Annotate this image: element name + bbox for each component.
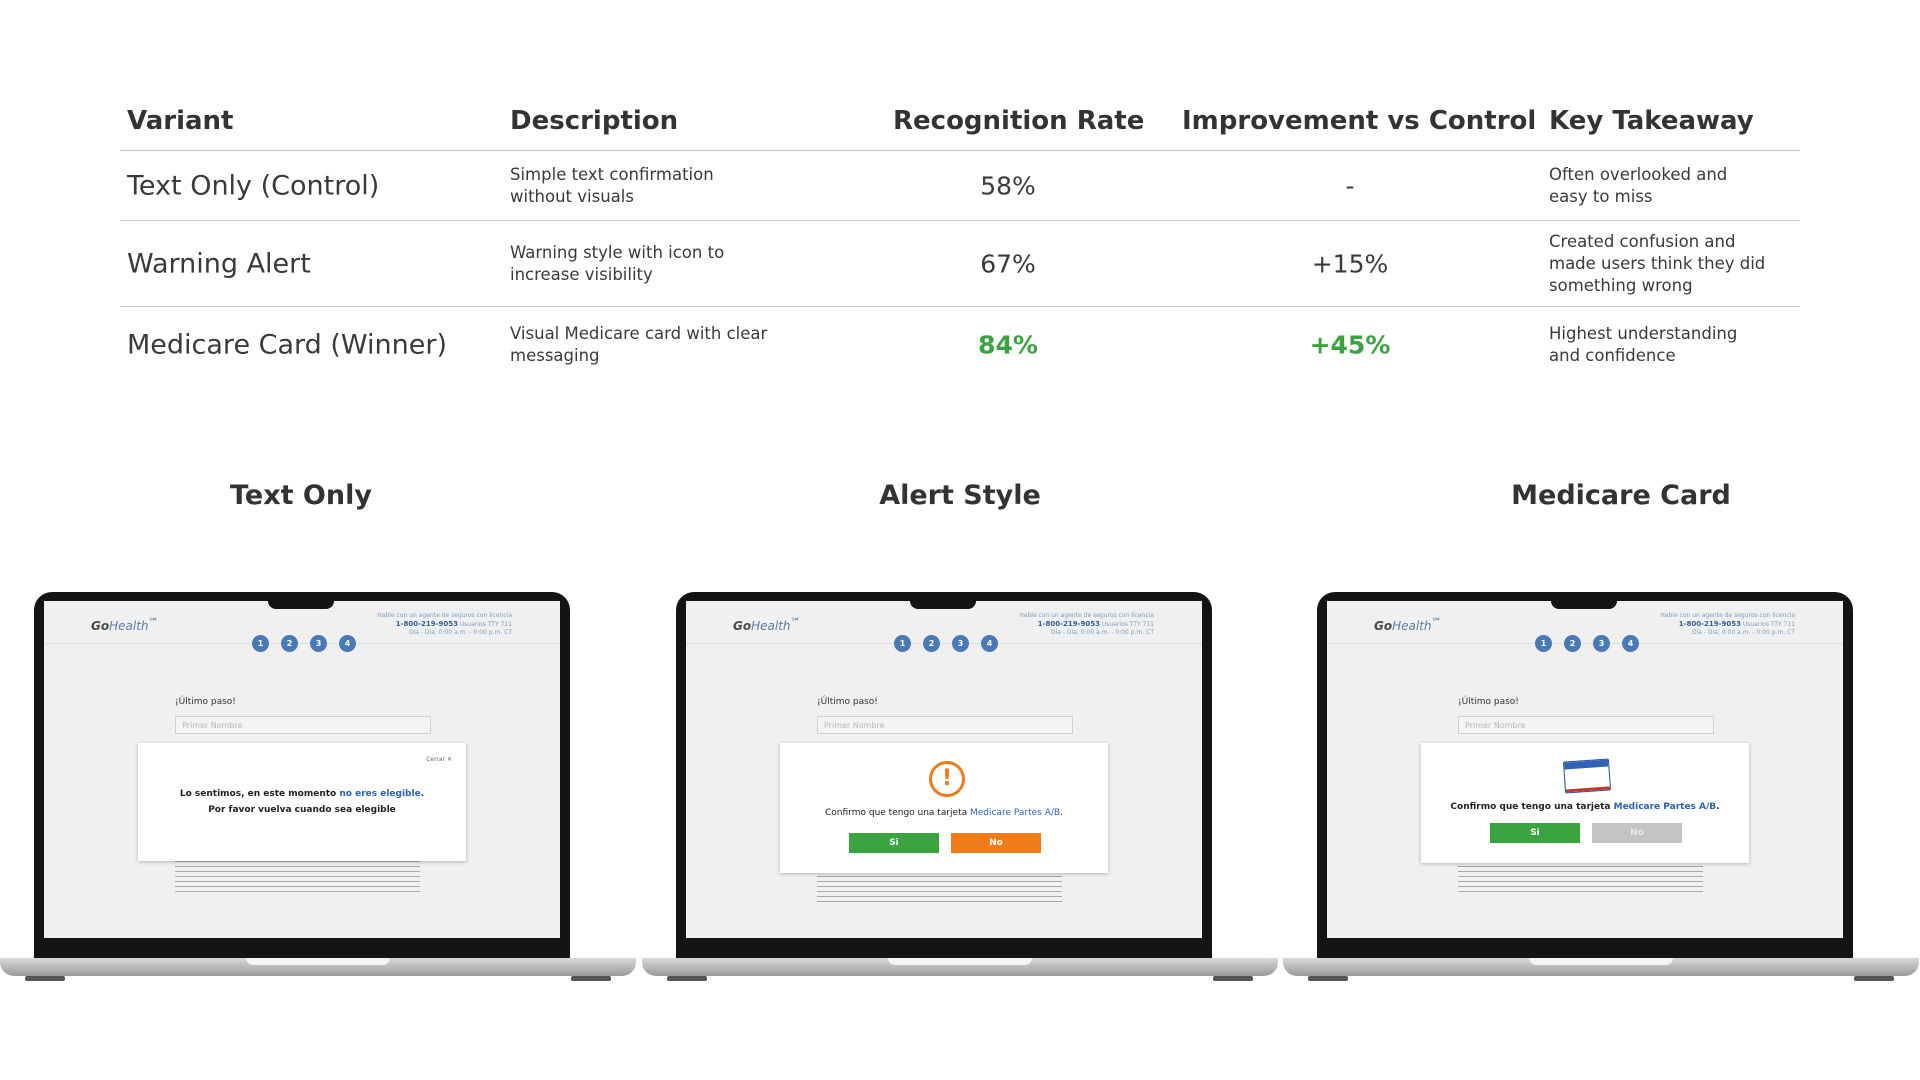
progress-steps: 1 2 3 4 [252, 635, 362, 653]
first-name-field[interactable]: Primer Nombre [175, 716, 431, 734]
step-4[interactable]: 4 [981, 635, 998, 652]
variant-cell: Medicare Card (Winner) [127, 329, 447, 361]
last-step-title: ¡Último paso! [817, 697, 878, 707]
body-text [175, 859, 420, 895]
laptop-base [1283, 958, 1919, 976]
step-3[interactable]: 3 [310, 635, 327, 652]
takeaway-cell: Created confusion and made users think t… [1549, 231, 1766, 295]
gohealth-logo: GoHealth℠ [733, 617, 801, 633]
step-2[interactable]: 2 [923, 635, 940, 652]
step-1[interactable]: 1 [1535, 635, 1552, 652]
first-name-field[interactable]: Primer Nombre [1458, 716, 1714, 734]
header-recognition-rate: Recognition Rate [893, 106, 1145, 136]
table-row: Medicare Card (Winner) Visual Medicare c… [120, 307, 1800, 383]
medicare-card-modal: Confirmo que tengo una tarjeta Medicare … [1421, 743, 1749, 863]
header-key-takeaway: Key Takeaway [1549, 106, 1754, 136]
takeaway-cell: Often overlooked and easy to miss [1549, 164, 1728, 206]
improvement-cell: +45% [1309, 330, 1391, 360]
recognition-rate-cell: 58% [980, 171, 1036, 200]
step-4[interactable]: 4 [1622, 635, 1639, 652]
laptop-screen: GoHealth℠ Hable con un agente de seguros… [686, 601, 1202, 938]
close-button[interactable]: Cerrar ✕ [426, 756, 452, 763]
improvement-cell: - [1345, 171, 1355, 200]
caption-alert-style: Alert Style [879, 480, 1041, 511]
header-description: Description [510, 106, 679, 136]
step-4[interactable]: 4 [339, 635, 356, 652]
laptop-screen: GoHealth℠ Hable con un agente de seguros… [1327, 601, 1843, 938]
progress-steps: 1 2 3 4 [1535, 635, 1645, 653]
camera-notch [268, 592, 334, 609]
camera-notch [1551, 592, 1617, 609]
step-1[interactable]: 1 [894, 635, 911, 652]
step-2[interactable]: 2 [1564, 635, 1581, 652]
description-cell: Simple text confirmation without visuals [510, 164, 714, 206]
laptop-base [0, 958, 636, 976]
step-1[interactable]: 1 [252, 635, 269, 652]
laptop-mockup-medicare-card: GoHealth℠ Hable con un agente de seguros… [1283, 592, 1919, 984]
laptop-lid: GoHealth℠ Hable con un agente de seguros… [676, 592, 1212, 959]
caption-text-only: Text Only [230, 480, 372, 511]
modal-message: Lo sentimos, en este momento no eres ele… [179, 789, 425, 815]
yes-button[interactable]: Si [1490, 823, 1580, 843]
step-3[interactable]: 3 [952, 635, 969, 652]
ineligible-modal: Cerrar ✕ Lo sentimos, en este momento no… [138, 743, 466, 861]
close-icon[interactable]: ✕ [447, 756, 452, 763]
caption-medicare-card: Medicare Card [1511, 480, 1731, 511]
progress-steps: 1 2 3 4 [894, 635, 1004, 653]
laptop-base [642, 958, 1278, 976]
laptop-lid: GoHealth℠ Hable con un agente de seguros… [34, 592, 570, 959]
last-step-title: ¡Último paso! [175, 697, 236, 707]
modal-message: Confirmo que tengo una tarjeta Medicare … [825, 808, 1063, 818]
gohealth-logo: GoHealth℠ [1374, 617, 1442, 633]
laptop-mockup-alert-style: GoHealth℠ Hable con un agente de seguros… [642, 592, 1278, 984]
contact-info: Hable con un agente de seguros con licen… [377, 612, 512, 636]
first-name-field[interactable]: Primer Nombre [817, 716, 1073, 734]
no-button[interactable]: No [951, 833, 1041, 853]
description-cell: Visual Medicare card with clear messagin… [510, 324, 768, 365]
step-3[interactable]: 3 [1593, 635, 1610, 652]
table-header: Variant Description Recognition Rate Imp… [120, 100, 1800, 151]
variant-cell: Text Only (Control) [127, 170, 380, 201]
laptop-lid: GoHealth℠ Hable con un agente de seguros… [1317, 592, 1853, 959]
contact-info: Hable con un agente de seguros con licen… [1019, 612, 1154, 636]
step-2[interactable]: 2 [281, 635, 298, 652]
modal-message: Confirmo que tengo una tarjeta Medicare … [1450, 802, 1720, 812]
description-cell: Warning style with icon to increase visi… [510, 242, 725, 284]
camera-notch [910, 592, 976, 609]
laptop-screen: GoHealth℠ Hable con un agente de seguros… [44, 601, 560, 938]
body-text [817, 869, 1062, 905]
alert-modal: ! Confirmo que tengo una tarjeta Medicar… [780, 743, 1108, 873]
no-button[interactable]: No [1592, 823, 1682, 843]
contact-info: Hable con un agente de seguros con licen… [1660, 612, 1795, 636]
last-step-title: ¡Último paso! [1458, 697, 1519, 707]
header-improvement: Improvement vs Control [1182, 106, 1537, 136]
body-text [1458, 859, 1703, 895]
table-row: Warning Alert Warning style with icon to… [120, 221, 1800, 307]
variant-cell: Warning Alert [127, 248, 311, 279]
comparison-table: Variant Description Recognition Rate Imp… [120, 100, 1800, 383]
medicare-card-icon [1562, 758, 1612, 794]
laptop-mockup-text-only: GoHealth℠ Hable con un agente de seguros… [0, 592, 636, 984]
table-row: Text Only (Control) Simple text confirma… [120, 151, 1800, 221]
recognition-rate-cell: 84% [978, 330, 1038, 360]
recognition-rate-cell: 67% [980, 249, 1036, 278]
improvement-cell: +15% [1311, 249, 1389, 278]
yes-button[interactable]: Si [849, 833, 939, 853]
takeaway-cell: Highest understanding and confidence [1549, 324, 1738, 365]
header-variant: Variant [127, 106, 234, 136]
alert-icon: ! [929, 761, 965, 797]
gohealth-logo: GoHealth℠ [91, 617, 159, 633]
